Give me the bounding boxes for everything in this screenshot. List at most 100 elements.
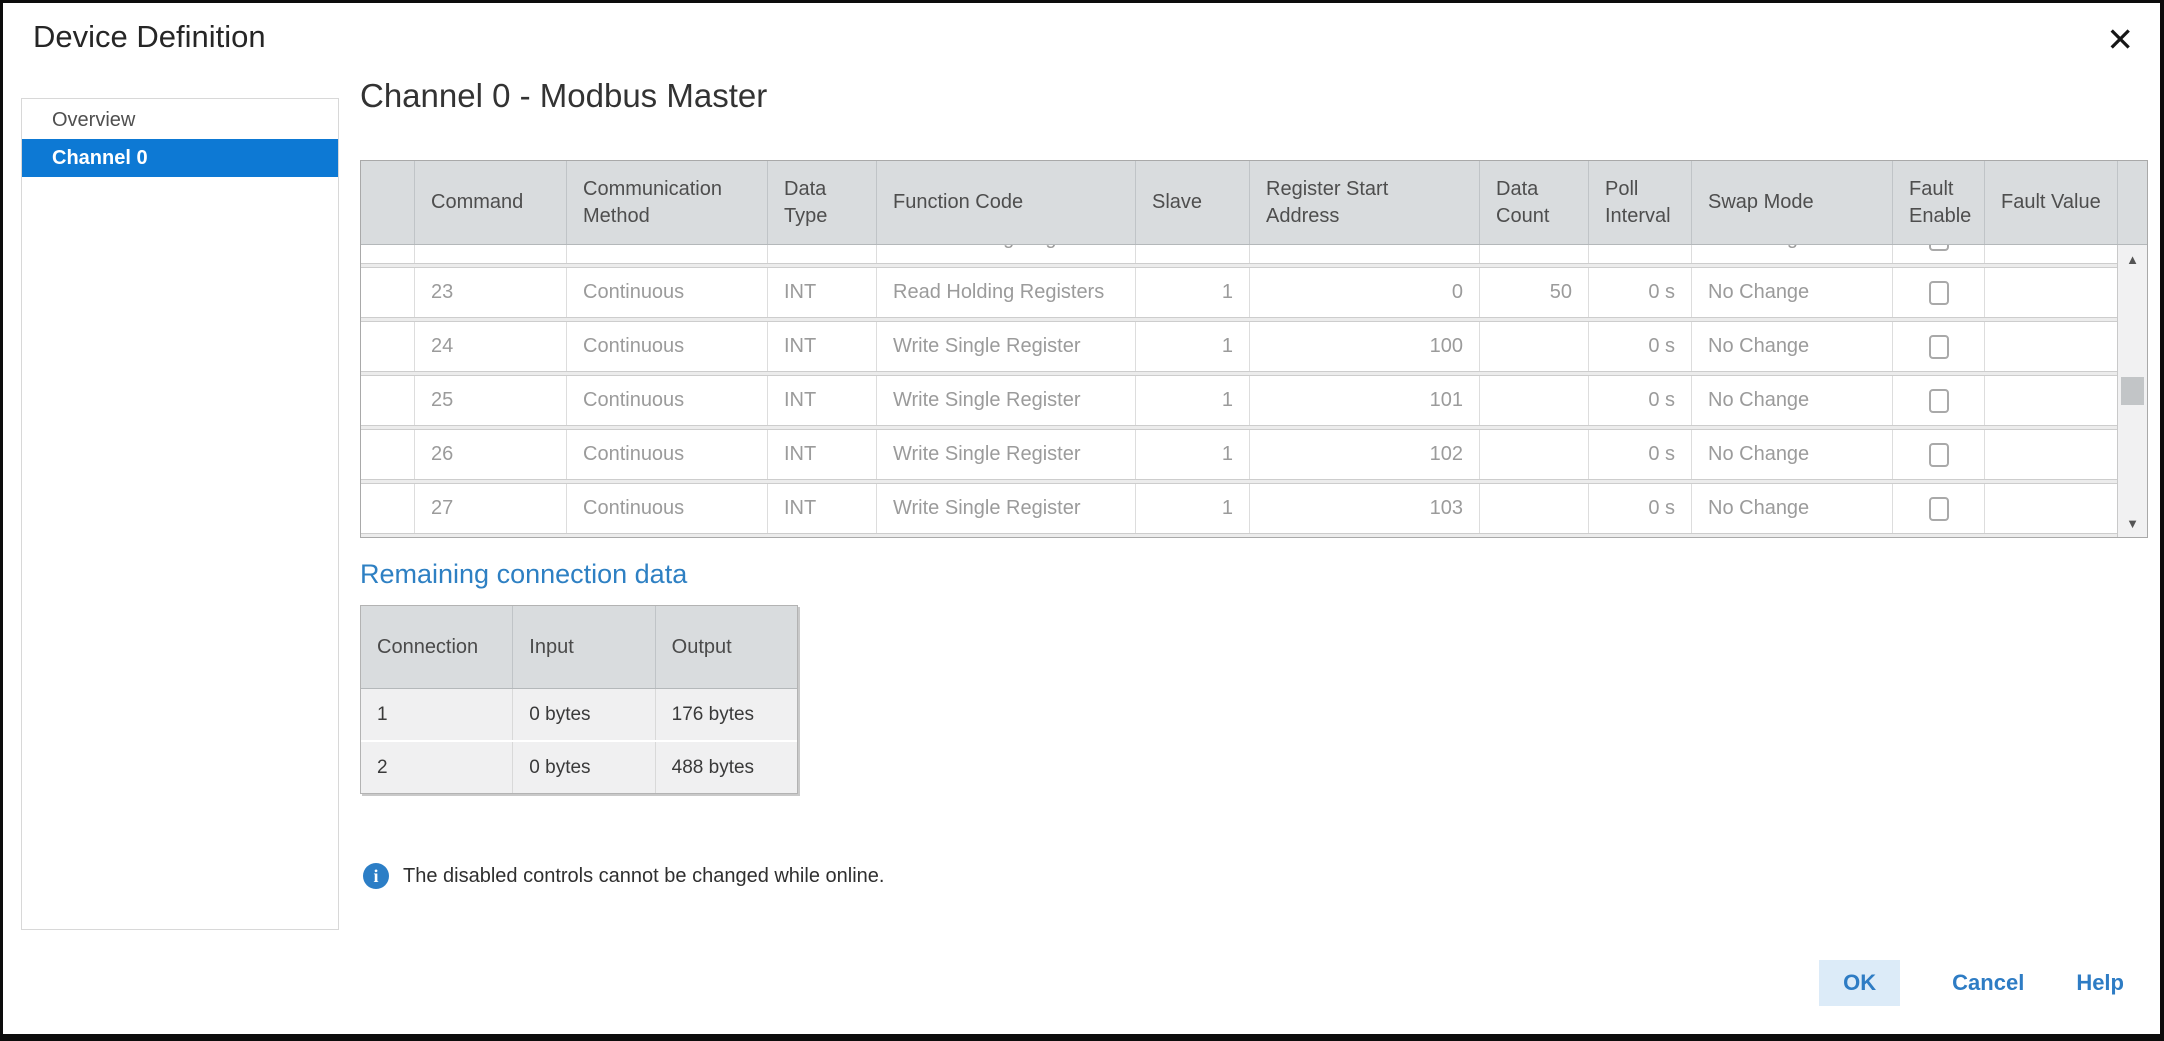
row-selector-cell[interactable] [361, 484, 414, 533]
cell-function-code: Write Single Register [876, 430, 1135, 479]
cell-poll-interval: 0 s [1588, 268, 1691, 317]
scrollbar-header-cap [2117, 161, 2147, 244]
connection-table: ConnectionInputOutput 10 bytes176 bytes2… [360, 605, 798, 794]
fault-enable-cell [1892, 430, 1984, 479]
connection-cell: 0 bytes [512, 689, 654, 740]
cell-data-type: INT [767, 376, 876, 425]
command-table-rows: 22ContinuousINTRead Holding Registers101… [361, 245, 2117, 534]
row-selector-cell[interactable] [361, 376, 414, 425]
fault-enable-checkbox[interactable] [1929, 245, 1949, 251]
cell-communication-method: Continuous [566, 376, 767, 425]
device-definition-dialog: Device Definition ✕ OverviewChannel 0 Ch… [0, 0, 2164, 1041]
connection-cell: 2 [361, 742, 512, 793]
info-note-text: The disabled controls cannot be changed … [403, 865, 884, 888]
cell-fault-value [1984, 322, 2117, 371]
connection-row: 10 bytes176 bytes [361, 689, 797, 740]
cell-swap-mode: No Change [1691, 245, 1892, 263]
cell-slave: 1 [1135, 376, 1249, 425]
connection-column-header-connection: Connection [361, 606, 512, 688]
cell-swap-mode: No Change [1691, 430, 1892, 479]
sidebar-item-overview[interactable]: Overview [22, 101, 338, 139]
cell-slave: 1 [1135, 268, 1249, 317]
cell-data-type: INT [767, 322, 876, 371]
cell-data-count: 50 [1479, 268, 1588, 317]
help-button[interactable]: Help [2076, 970, 2124, 996]
cell-register-start-address: 103 [1249, 484, 1479, 533]
ok-button[interactable]: OK [1819, 960, 1900, 1006]
column-header-poll_interval: Poll Interval [1588, 161, 1691, 244]
cell-communication-method: Continuous [566, 268, 767, 317]
column-header-fault_value: Fault Value [1984, 161, 2117, 244]
scroll-up-icon[interactable]: ▲ [2118, 245, 2147, 273]
scroll-down-icon[interactable]: ▼ [2118, 509, 2147, 537]
fault-enable-checkbox[interactable] [1929, 389, 1949, 413]
cell-fault-value [1984, 376, 2117, 425]
row-selector-cell[interactable] [361, 245, 414, 263]
row-selector-cell[interactable] [361, 268, 414, 317]
table-row: 23ContinuousINTRead Holding Registers105… [361, 267, 2117, 318]
cell-data-count [1479, 484, 1588, 533]
column-header-swap_mode: Swap Mode [1691, 161, 1892, 244]
vertical-scrollbar[interactable]: ▲ ▼ [2117, 245, 2147, 537]
column-header-selector [361, 161, 414, 244]
fault-enable-cell [1892, 376, 1984, 425]
column-header-function_code: Function Code [876, 161, 1135, 244]
close-icon[interactable]: ✕ [2106, 23, 2134, 56]
cell-data-count [1479, 430, 1588, 479]
connection-cell: 0 bytes [512, 742, 654, 793]
cell-register-start-address: 0 [1249, 268, 1479, 317]
cell-slave: 1 [1135, 484, 1249, 533]
cell-swap-mode: No Change [1691, 484, 1892, 533]
fault-enable-checkbox[interactable] [1929, 443, 1949, 467]
cell-fault-value [1984, 430, 2117, 479]
table-row: 22ContinuousINTRead Holding Registers101… [361, 245, 2117, 264]
cell-communication-method: Continuous [566, 484, 767, 533]
fault-enable-cell [1892, 322, 1984, 371]
cell-poll-interval: 0 s [1588, 484, 1691, 533]
cell-data-type: INT [767, 430, 876, 479]
cell-slave: 1 [1135, 430, 1249, 479]
connection-column-header-input: Input [512, 606, 654, 688]
cell-function-code: Write Single Register [876, 322, 1135, 371]
info-icon: i [363, 863, 389, 889]
command-table-header: CommandCommunication MethodData TypeFunc… [361, 161, 2147, 245]
fault-enable-checkbox[interactable] [1929, 281, 1949, 305]
cell-swap-mode: No Change [1691, 376, 1892, 425]
cell-command: 24 [414, 322, 566, 371]
cell-data-count: 10 [1479, 245, 1588, 263]
connection-row: 20 bytes488 bytes [361, 742, 797, 793]
table-row: 25ContinuousINTWrite Single Register1101… [361, 375, 2117, 426]
scrollbar-thumb[interactable] [2121, 377, 2144, 405]
table-row: 27ContinuousINTWrite Single Register1103… [361, 483, 2117, 534]
row-selector-cell[interactable] [361, 430, 414, 479]
cell-swap-mode: No Change [1691, 322, 1892, 371]
fault-enable-cell [1892, 484, 1984, 533]
cell-fault-value [1984, 245, 2117, 263]
fault-enable-cell [1892, 268, 1984, 317]
cell-slave: 1 [1135, 245, 1249, 263]
cell-command: 22 [414, 245, 566, 263]
cell-poll-interval: 0 s [1588, 245, 1691, 263]
cell-poll-interval: 0 s [1588, 376, 1691, 425]
command-table-viewport[interactable]: 22ContinuousINTRead Holding Registers101… [361, 245, 2117, 537]
sidebar-item-channel-0[interactable]: Channel 0 [22, 139, 338, 177]
cell-fault-value [1984, 484, 2117, 533]
cell-command: 26 [414, 430, 566, 479]
table-row: 24ContinuousINTWrite Single Register1100… [361, 321, 2117, 372]
cell-swap-mode: No Change [1691, 268, 1892, 317]
fault-enable-checkbox[interactable] [1929, 335, 1949, 359]
fault-enable-checkbox[interactable] [1929, 497, 1949, 521]
cell-fault-value [1984, 268, 2117, 317]
row-selector-cell[interactable] [361, 322, 414, 371]
cell-communication-method: Continuous [566, 322, 767, 371]
cell-register-start-address: 101 [1249, 376, 1479, 425]
column-header-communication_method: Communication Method [566, 161, 767, 244]
cell-register-start-address: 102 [1249, 430, 1479, 479]
cell-data-type: INT [767, 245, 876, 263]
cell-function-code: Write Single Register [876, 484, 1135, 533]
column-header-register_start_address: Register Start Address [1249, 161, 1479, 244]
column-header-fault_enable: Fault Enable [1892, 161, 1984, 244]
connection-column-header-output: Output [655, 606, 797, 688]
cell-communication-method: Continuous [566, 430, 767, 479]
cancel-button[interactable]: Cancel [1952, 970, 2024, 996]
